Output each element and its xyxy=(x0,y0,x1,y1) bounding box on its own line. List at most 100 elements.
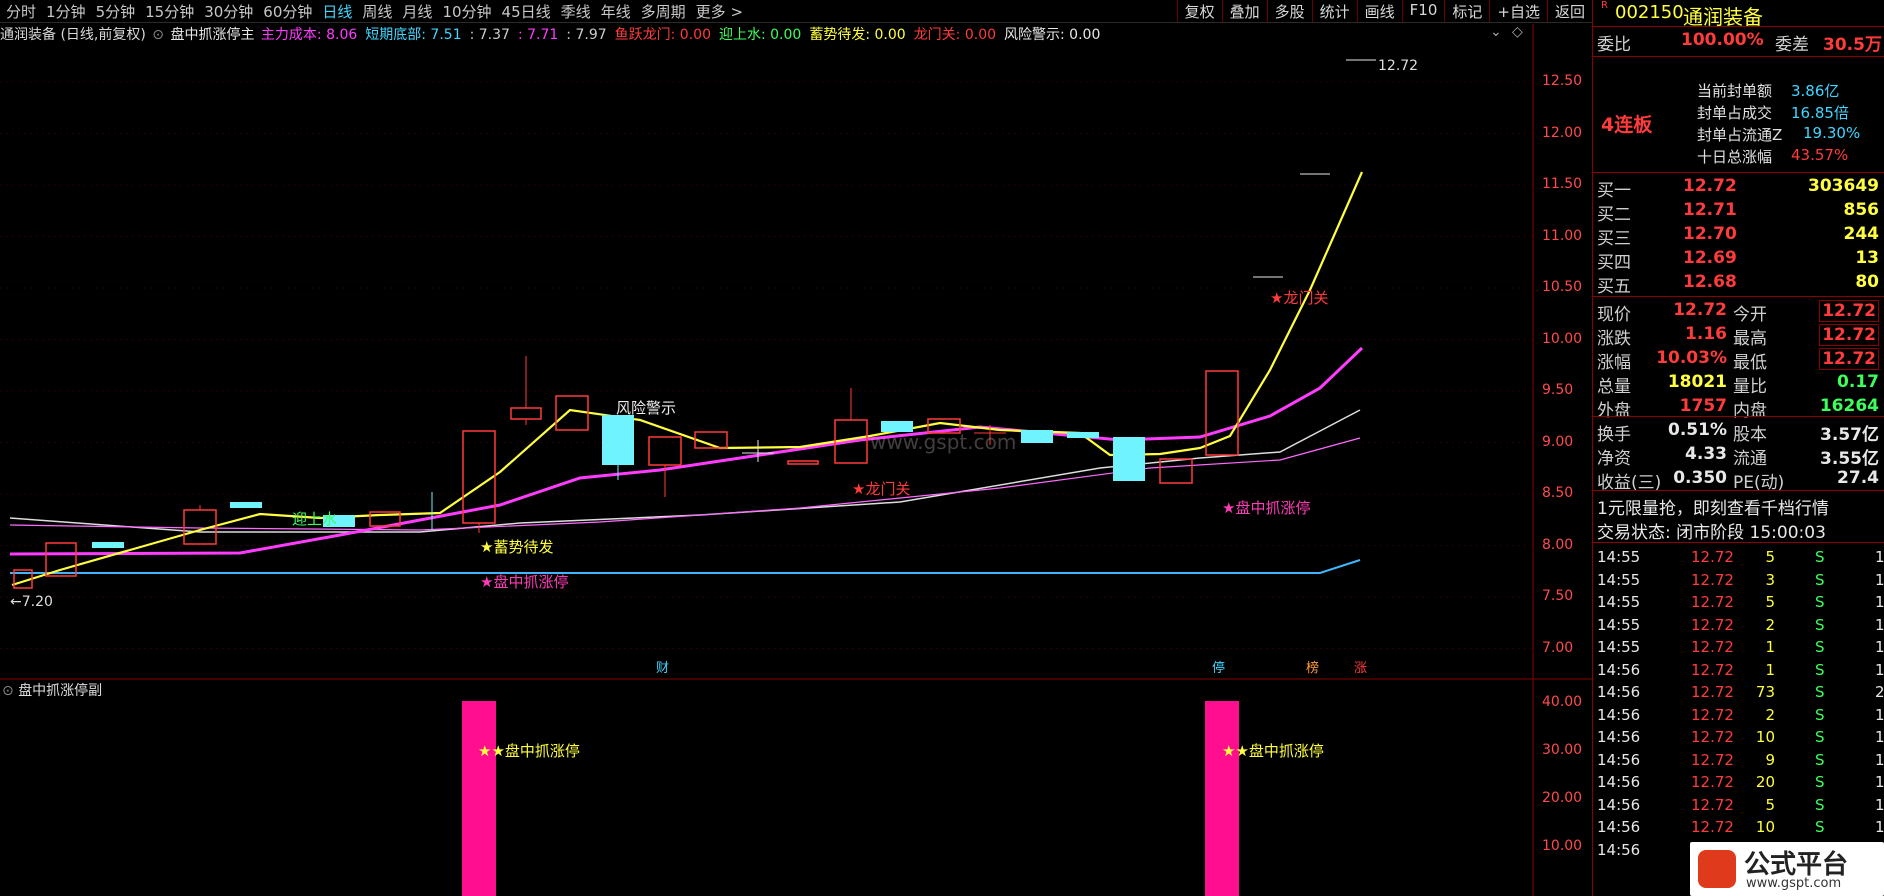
tick-time-12: 14:56 xyxy=(1597,818,1641,836)
stats2-l2-1: 流通 xyxy=(1733,449,1767,469)
bid-label-3: 买四 xyxy=(1597,253,1631,273)
stats-l2-0: 今开 xyxy=(1733,305,1767,325)
bid-price-2[interactable]: 12.70 xyxy=(1683,224,1737,244)
seal-label-0: 当前封单额 xyxy=(1697,82,1773,100)
tick-volume-8: 10 xyxy=(1755,728,1775,746)
stock-title-row: R 002150 通润装备 xyxy=(1593,0,1884,29)
tick-side-1: S xyxy=(1815,570,1825,589)
magenta-line xyxy=(9,346,1364,556)
seal-label-3: 十日总涨幅 xyxy=(1697,148,1773,166)
stats2-v2-1: 3.55亿 xyxy=(1820,449,1879,469)
price-tick-2: 11.50 xyxy=(1542,176,1583,192)
price-tick-10: 7.50 xyxy=(1542,588,1574,604)
tick-count-5: 1 xyxy=(1875,660,1884,679)
tick-count-6: 2 xyxy=(1875,683,1884,701)
tick-price-5: 12.72 xyxy=(1691,660,1734,679)
tick-time-0: 14:55 xyxy=(1597,548,1641,566)
tick-side-4: S xyxy=(1815,638,1825,656)
bid-label-1: 买二 xyxy=(1597,205,1631,225)
tick-price-11: 12.72 xyxy=(1691,795,1734,814)
price-tick-5: 10.00 xyxy=(1542,330,1583,347)
tick-time-6: 14:56 xyxy=(1597,683,1641,701)
tick-volume-12: 10 xyxy=(1755,818,1775,836)
longmenguan-label-2: ★龙门关 xyxy=(1270,289,1329,307)
stats2-l1-1: 净资 xyxy=(1597,449,1631,469)
tick-count-9: 1 xyxy=(1875,750,1884,769)
stats-v2-0: 12.72 xyxy=(1819,300,1879,322)
tick-side-10: S xyxy=(1815,773,1825,791)
tick-side-9: S xyxy=(1815,750,1825,769)
bid-label-4: 买五 xyxy=(1597,277,1631,297)
sub-tick-3: 10.00 xyxy=(1542,838,1583,854)
bid-volume-4: 80 xyxy=(1855,272,1879,292)
tick-side-12: S xyxy=(1815,818,1825,836)
sub-tick-1: 30.00 xyxy=(1542,742,1583,758)
stats-v1-2: 10.03% xyxy=(1656,348,1727,368)
bid-volume-0: 303649 xyxy=(1808,176,1879,196)
stats2-v1-0: 0.51% xyxy=(1668,420,1727,440)
stats-l2-2: 最低 xyxy=(1733,353,1767,373)
bid-price-0[interactable]: 12.72 xyxy=(1683,176,1737,196)
tick-time-1: 14:55 xyxy=(1597,570,1641,589)
tick-price-6: 12.72 xyxy=(1691,683,1734,701)
stats-v2-2: 12.72 xyxy=(1819,348,1879,370)
stats-v1-3: 18021 xyxy=(1667,372,1727,392)
stats2-l2-0: 股本 xyxy=(1733,425,1767,445)
price-tick-1: 12.00 xyxy=(1542,124,1583,141)
kline-chart[interactable] xyxy=(0,0,1592,896)
weibi-row: 委比 100.00% 委差 30.5万 xyxy=(1593,30,1884,55)
watermark: www.gspt.com xyxy=(870,430,1017,454)
event-tag-3[interactable]: 涨 xyxy=(1354,657,1367,676)
stats-v1-4: 1757 xyxy=(1679,396,1727,416)
xushi-label: ★蓄势待发 xyxy=(480,538,554,556)
lianban-badge: 4连板 xyxy=(1601,114,1653,136)
bid-volume-1: 856 xyxy=(1843,200,1880,220)
stats2-v1-2: 0.350 xyxy=(1673,468,1727,488)
tick-side-2: S xyxy=(1815,593,1825,611)
event-tag-2[interactable]: 榜 xyxy=(1306,657,1319,676)
pink-thin-line xyxy=(9,437,1361,531)
promo-row[interactable]: 1元限量抢，即刻查看千档行情 xyxy=(1593,494,1884,519)
sub-tick-0: 40.00 xyxy=(1542,694,1583,710)
tick-price-9: 12.72 xyxy=(1691,750,1734,769)
sub-chart-label[interactable]: ⊙ 盘中抓涨停副 xyxy=(2,680,102,700)
stock-code: 002150 xyxy=(1615,2,1684,23)
signal-bar-1 xyxy=(462,701,496,896)
high-price-label: 12.72 xyxy=(1378,58,1419,74)
tick-volume-1: 3 xyxy=(1765,570,1775,589)
stats2-v2-2: 27.4 xyxy=(1837,468,1879,488)
sub-collapse-icon[interactable]: ⊙ xyxy=(2,683,14,699)
event-tag-1[interactable]: 停 xyxy=(1212,657,1225,676)
stats-v2-4: 16264 xyxy=(1819,396,1879,416)
tick-side-0: S xyxy=(1815,548,1825,566)
yellow-line xyxy=(11,171,1364,587)
tick-price-3: 12.72 xyxy=(1691,615,1734,634)
tick-volume-5: 1 xyxy=(1765,660,1775,679)
promo-text[interactable]: 1元限量抢，即刻查看千档行情 xyxy=(1597,494,1829,519)
weibi-value: 100.00% xyxy=(1681,30,1764,50)
logo-mark-icon xyxy=(1698,850,1736,888)
white-line xyxy=(9,409,1361,533)
bid-volume-2: 244 xyxy=(1843,224,1880,244)
seal-value-0: 3.86亿 xyxy=(1791,82,1840,100)
tick-side-8: S xyxy=(1815,728,1825,746)
tick-count-4: 1 xyxy=(1875,638,1884,656)
seal-label-2: 封单占流通Z xyxy=(1697,126,1783,144)
bid-price-3[interactable]: 12.69 xyxy=(1683,248,1737,268)
tick-time-10: 14:56 xyxy=(1597,773,1641,791)
event-tag-0[interactable]: 财 xyxy=(656,657,669,676)
tick-price-10: 12.72 xyxy=(1691,773,1734,791)
stats-l2-4: 内盘 xyxy=(1733,401,1767,421)
stats-l2-3: 量比 xyxy=(1733,377,1767,397)
tick-volume-10: 20 xyxy=(1755,773,1775,791)
cyan-line xyxy=(10,559,1361,574)
tick-price-2: 12.72 xyxy=(1691,593,1734,611)
bid-price-4[interactable]: 12.68 xyxy=(1683,272,1737,292)
tick-side-5: S xyxy=(1815,660,1825,679)
bid-price-1[interactable]: 12.71 xyxy=(1683,200,1737,220)
seal-value-2: 19.30% xyxy=(1803,124,1861,142)
trade-state: 交易状态: 闭市阶段 15:00:03 xyxy=(1597,523,1826,543)
tick-side-7: S xyxy=(1815,705,1825,724)
tick-price-12: 12.72 xyxy=(1691,818,1734,836)
quote-panel: R 002150 通润装备 委比 100.00% 委差 30.5万 4连板 当前… xyxy=(1592,0,1884,896)
